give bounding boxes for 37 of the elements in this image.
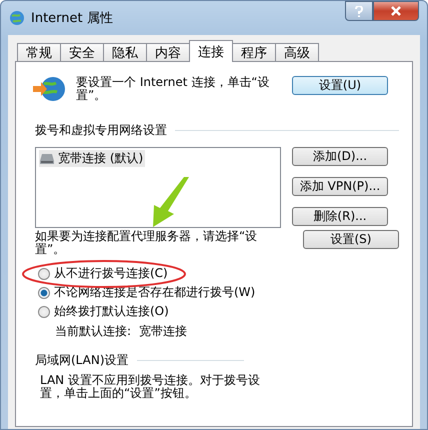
proxy-text: 如果要为连接配置代理服务器，请选择“设置”。 [35,230,258,256]
tab[interactable]: 程序 [232,43,276,61]
setup-text: 要设置一个 Internet 连接，单击“设置”。 [76,76,270,102]
tab[interactable]: 高级 [275,43,319,61]
connection-button[interactable]: 添加 VPN(P)... [292,177,388,196]
tab[interactable]: 常规 [17,43,61,61]
help-button[interactable] [345,1,373,21]
connection-button[interactable]: 添加(D)... [292,147,388,166]
close-button[interactable] [373,1,419,21]
globe-icon [9,10,25,26]
lan-text: LAN 设置不应用到拨号连接。对于拨号设置，单击上面的“设置”按钮。 [40,374,261,400]
radio-button[interactable] [38,306,50,318]
radio-button[interactable] [38,286,50,298]
modem-icon [39,152,55,164]
tab[interactable]: 安全 [60,43,104,61]
radio-option[interactable]: 始终拨打默认连接(O) [32,302,399,321]
arrow-drawing [151,177,191,227]
connection-button[interactable]: 删除(R)... [292,207,388,226]
help-icon [355,6,363,16]
connection-name: 宽带连接 (默认) [58,150,144,167]
section-title: 拨号和虚拟专用网络设置 [35,122,167,139]
close-icon [391,6,401,16]
window-title: Internet 属性 [31,10,113,27]
tab[interactable]: 内容 [146,43,190,61]
radio-option[interactable]: 从不进行拨号连接(C) [32,264,399,283]
option-label: 从不进行拨号连接(C) [54,265,168,282]
tab[interactable]: 连接 [189,40,233,62]
proxy-settings-button[interactable]: 设置(S) [303,230,399,249]
radio-button[interactable] [38,268,50,280]
setup-button[interactable]: 设置(U) [292,76,388,95]
globe-icon [32,76,66,102]
default-label: 当前默认连接: [55,323,132,340]
option-label: 始终拨打默认连接(O) [54,303,169,320]
list-item[interactable]: 宽带连接 (默认) [39,150,146,167]
section-title: 局域网(LAN)设置 [35,352,129,369]
tab[interactable]: 隐私 [103,43,147,61]
default-value: 宽带连接 [139,323,188,340]
